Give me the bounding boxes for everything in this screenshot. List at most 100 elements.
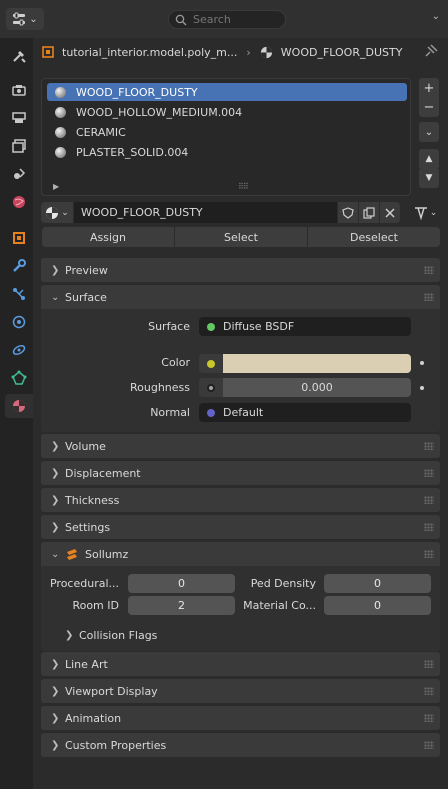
keyframe-dot-icon[interactable] — [420, 386, 424, 390]
resize-grip-icon[interactable]: ⠿⠿ — [238, 182, 249, 191]
tab-world[interactable] — [7, 190, 31, 214]
search-box[interactable] — [168, 10, 286, 29]
room-id-label: Room ID — [72, 599, 119, 612]
unlink-material-button[interactable] — [380, 202, 400, 223]
color-field[interactable] — [199, 354, 411, 373]
normal-field[interactable]: Default — [199, 403, 411, 422]
tab-modifiers[interactable] — [7, 254, 31, 278]
procedural-field[interactable]: 0 — [128, 574, 235, 593]
chevron-right-icon: ❯ — [51, 467, 60, 479]
list-item[interactable]: PLASTER_SOLID.004 — [47, 143, 407, 161]
panel-custom-properties[interactable]: ❯ Custom Properties — [41, 733, 440, 757]
drag-handle-icon[interactable] — [424, 714, 434, 722]
material-color-field[interactable]: 0 — [324, 596, 431, 615]
tab-scene[interactable] — [7, 162, 31, 186]
world-icon — [13, 196, 25, 208]
panel-title: Settings — [65, 520, 111, 534]
collision-flags-subpanel[interactable]: ❯ Collision Flags — [65, 629, 157, 642]
material-name-input[interactable] — [81, 206, 331, 219]
panel-title: Displacement — [65, 466, 141, 480]
tab-render[interactable] — [7, 78, 31, 102]
color-swatch[interactable] — [223, 354, 411, 373]
panel-displacement[interactable]: ❯ Displacement — [41, 461, 440, 485]
material-preview-icon — [55, 146, 66, 158]
chevron-down-icon[interactable]: ⌄ — [432, 11, 440, 22]
breadcrumb-material: WOOD_FLOOR_DUSTY — [280, 45, 403, 59]
color-label: Color — [161, 356, 190, 369]
panel-thickness[interactable]: ❯ Thickness — [41, 488, 440, 512]
tab-physics[interactable] — [7, 310, 31, 334]
list-item[interactable]: WOOD_FLOOR_DUSTY — [47, 83, 407, 101]
panel-settings[interactable]: ❯ Settings — [41, 515, 440, 539]
drag-handle-icon[interactable] — [424, 687, 434, 695]
properties-tab-strip — [0, 38, 33, 789]
editor-type-button[interactable]: ⌄ — [6, 8, 44, 30]
properties-editor-icon — [13, 12, 26, 26]
tab-particles[interactable] — [7, 282, 31, 306]
vector-socket-icon — [207, 408, 215, 417]
mesh-data-icon — [11, 370, 27, 385]
tab-view-layer[interactable] — [7, 134, 31, 158]
fake-user-button[interactable] — [338, 202, 358, 223]
search-input[interactable] — [193, 13, 283, 26]
tab-material[interactable] — [5, 394, 33, 418]
ped-density-field[interactable]: 0 — [324, 574, 431, 593]
tab-object[interactable] — [7, 226, 31, 250]
select-button[interactable]: Select — [175, 227, 307, 247]
drag-handle-icon[interactable] — [424, 442, 434, 450]
drag-handle-icon[interactable] — [424, 469, 434, 477]
duplicate-material-button[interactable] — [359, 202, 379, 223]
tab-data[interactable] — [7, 366, 31, 390]
drag-handle-icon[interactable] — [424, 660, 434, 668]
drag-handle-icon[interactable] — [424, 496, 434, 504]
browse-material-button[interactable]: ⌄ — [41, 202, 73, 223]
render-icon — [12, 85, 26, 96]
remove-slot-button[interactable]: − — [419, 97, 439, 117]
add-slot-button[interactable]: + — [419, 78, 439, 98]
drag-handle-icon[interactable] — [424, 550, 434, 558]
pin-icon[interactable] — [424, 44, 438, 61]
panel-line-art[interactable]: ❯ Line Art — [41, 652, 440, 676]
assign-button[interactable]: Assign — [42, 227, 174, 247]
color-socket-icon — [207, 359, 215, 368]
move-slot-down-button[interactable]: ▼ — [419, 168, 439, 188]
move-slot-up-button[interactable]: ▲ — [419, 149, 439, 169]
roughness-field[interactable]: 0.000 — [199, 378, 411, 397]
chevron-right-icon: ❯ — [51, 264, 60, 276]
wrench-icon — [13, 259, 26, 272]
ped-density-label: Ped Density — [250, 577, 316, 590]
chevron-right-icon: ❯ — [51, 712, 60, 724]
tab-output[interactable] — [7, 106, 31, 130]
slot-specials-button[interactable]: ⌄ — [419, 122, 439, 142]
deselect-button[interactable]: Deselect — [308, 227, 440, 247]
material-preview-icon — [55, 86, 66, 98]
panel-surface[interactable]: ⌄ Surface — [41, 285, 440, 309]
list-item[interactable]: WOOD_HOLLOW_MEDIUM.004 — [47, 103, 407, 121]
panel-viewport-display[interactable]: ❯ Viewport Display — [41, 679, 440, 703]
panel-title: Thickness — [65, 493, 120, 507]
drag-handle-icon[interactable] — [424, 266, 434, 274]
slot-name: WOOD_FLOOR_DUSTY — [76, 85, 198, 99]
drag-handle-icon[interactable] — [424, 741, 434, 749]
drag-handle-icon[interactable] — [424, 523, 434, 531]
material-icon — [46, 206, 59, 219]
tab-tool[interactable] — [7, 44, 31, 68]
material-name-field[interactable] — [74, 202, 337, 223]
panel-volume[interactable]: ❯ Volume — [41, 434, 440, 458]
panel-sollumz[interactable]: ⌄ Sollumz — [41, 542, 440, 566]
chevron-right-icon: ❯ — [65, 630, 74, 641]
material-preview-icon — [55, 126, 66, 138]
keyframe-dot-icon[interactable] — [420, 361, 424, 365]
material-slot-list[interactable]: WOOD_FLOOR_DUSTY WOOD_HOLLOW_MEDIUM.004 … — [41, 78, 411, 196]
expand-triangle-icon[interactable]: ▶ — [53, 182, 59, 191]
list-item[interactable]: CERAMIC — [47, 123, 407, 141]
room-id-field[interactable]: 2 — [128, 596, 235, 615]
surface-shader-field[interactable]: Diffuse BSDF — [199, 317, 411, 336]
node-link-button[interactable]: ⌄ — [411, 202, 439, 223]
panel-preview[interactable]: ❯ Preview — [41, 258, 440, 282]
chevron-right-icon: ❯ — [51, 440, 60, 452]
drag-handle-icon[interactable] — [424, 293, 434, 301]
tab-constraints[interactable] — [7, 338, 31, 362]
constraints-icon — [12, 344, 26, 356]
panel-animation[interactable]: ❯ Animation — [41, 706, 440, 730]
